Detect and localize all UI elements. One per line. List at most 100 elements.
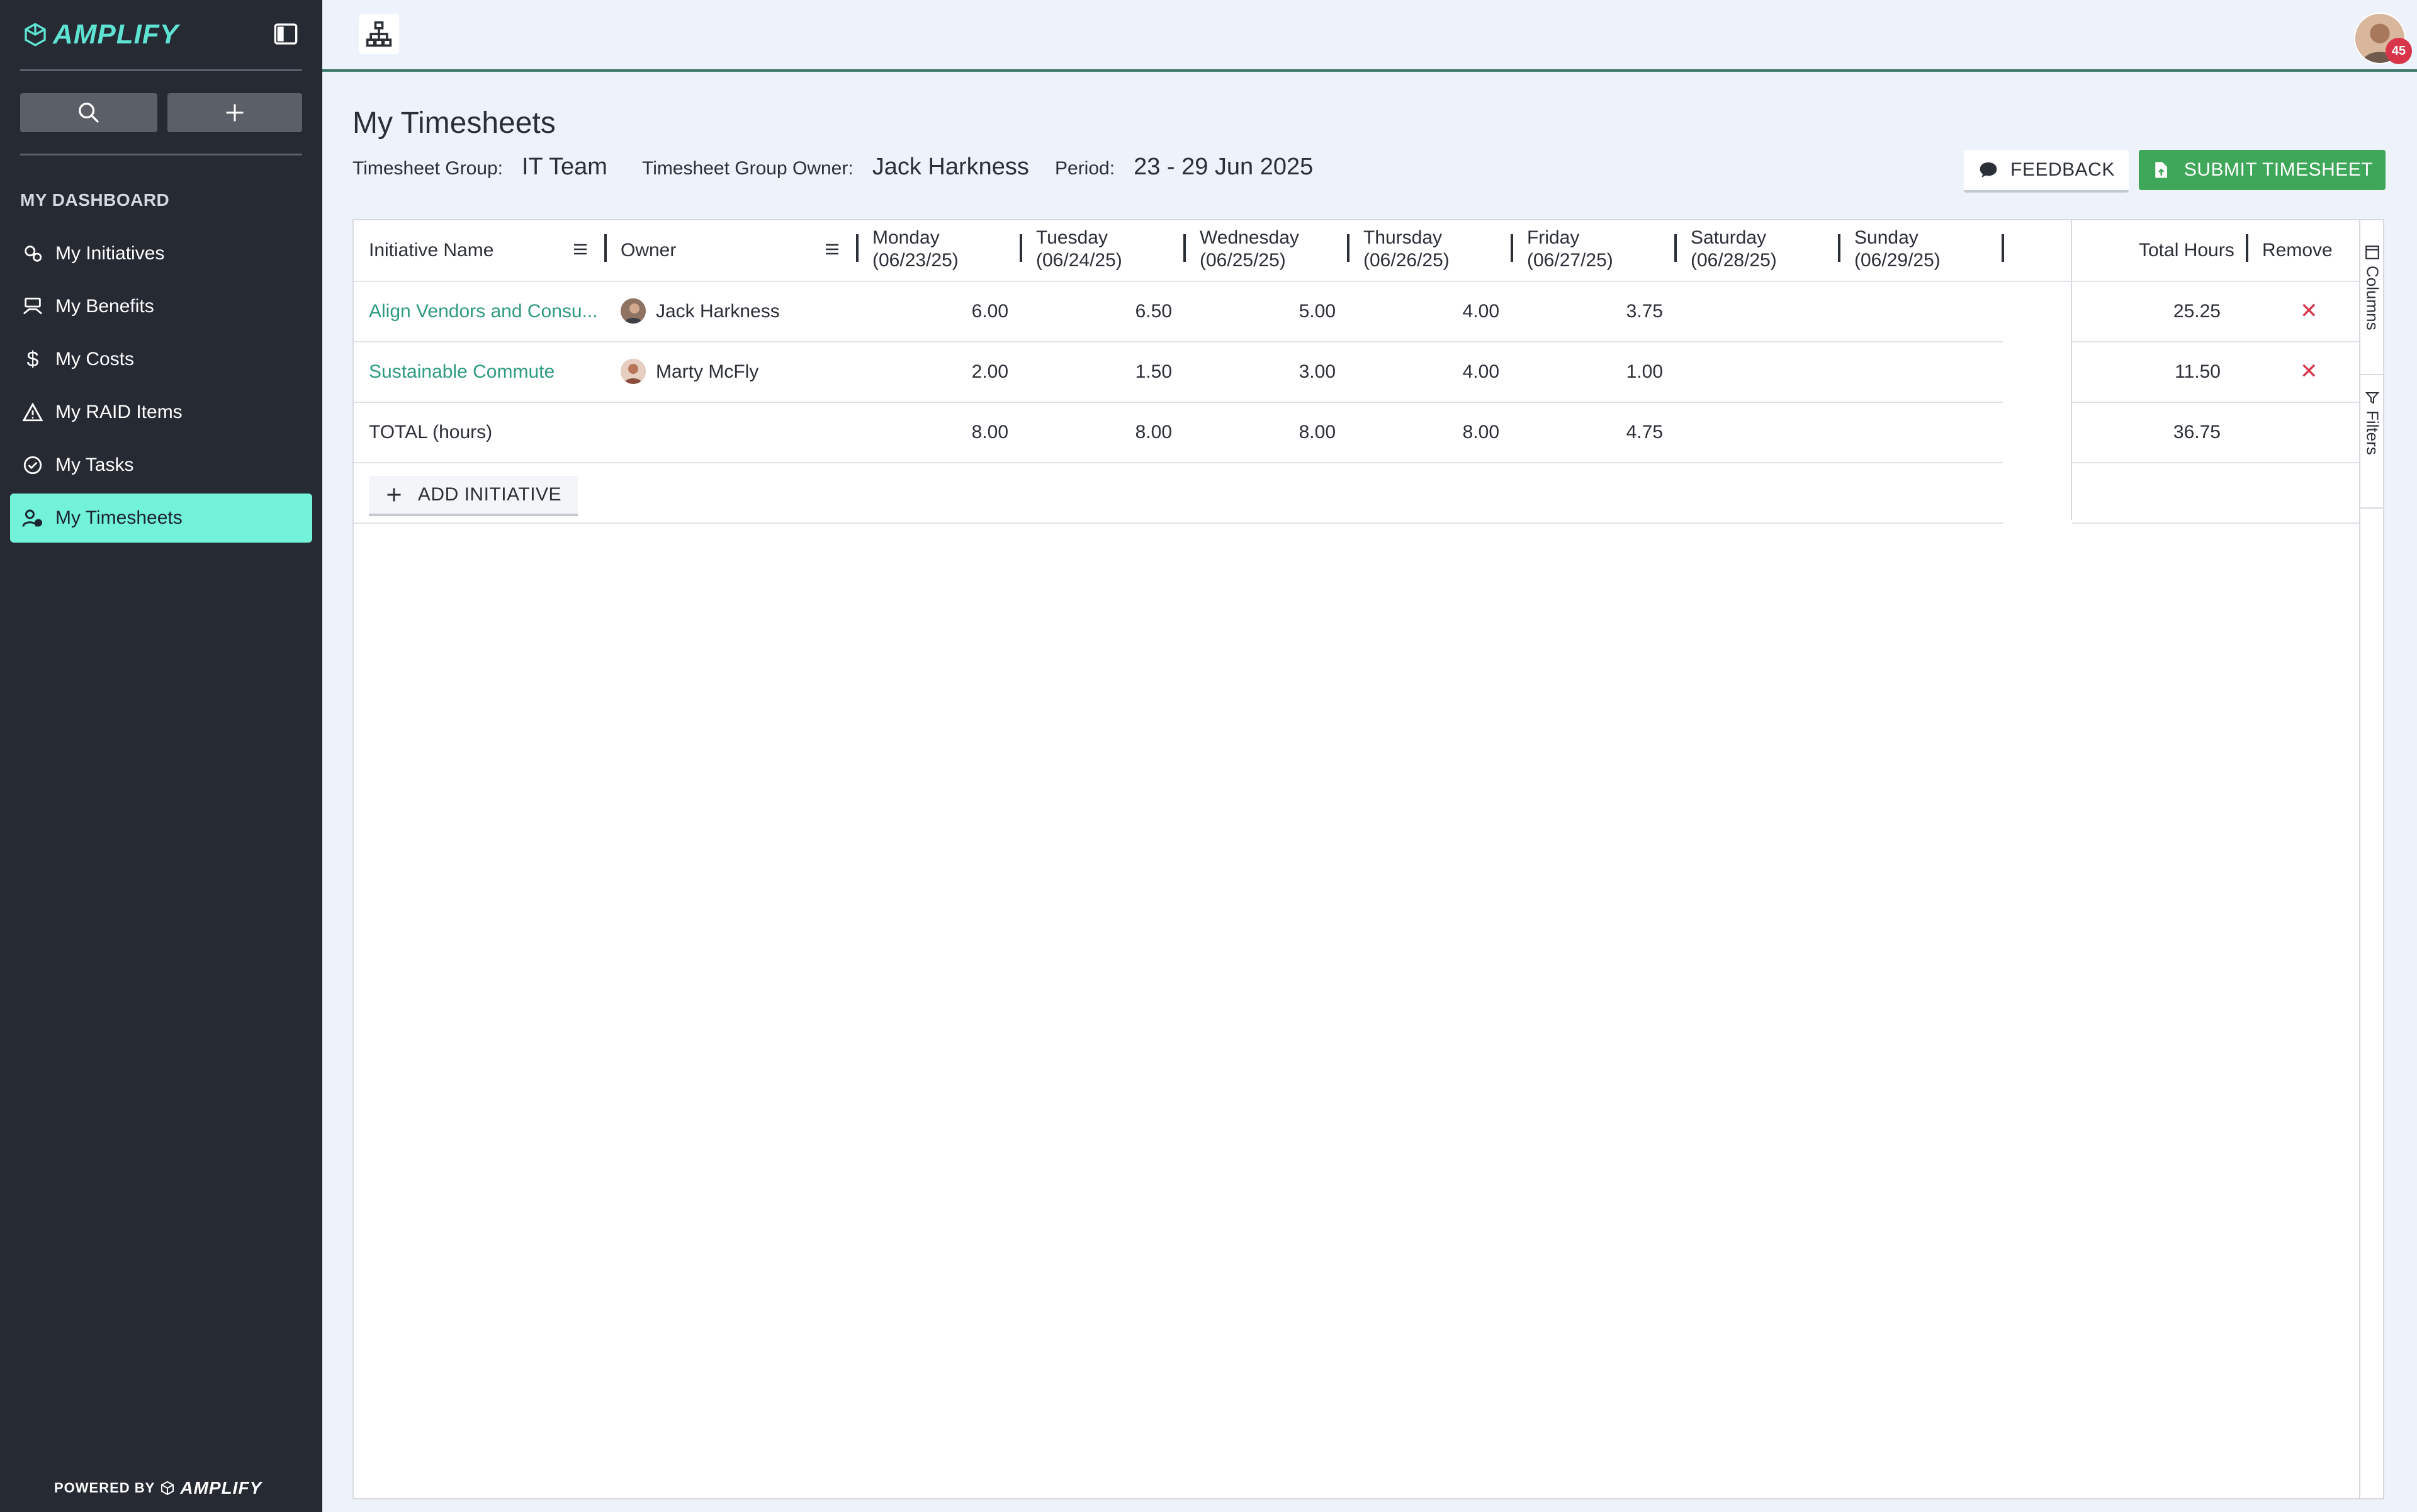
columns-panel-tab[interactable]: Columns [2360,244,2384,375]
column-header-saturday[interactable]: Saturday (06/28/25) [1691,227,1777,272]
filter-icon [2365,392,2380,404]
hours-cell[interactable]: 4.00 [1424,361,1499,383]
initiative-link[interactable]: Align Vendors and Consu... [369,301,598,322]
sidebar-item-label: My Benefits [55,296,154,317]
check-circle-icon [21,454,44,477]
row-divider [2072,522,2359,524]
file-upload-icon [2155,162,2167,178]
column-header-remove[interactable]: Remove [2262,239,2333,262]
column-header-tuesday[interactable]: Tuesday (06/24/25) [1036,227,1122,272]
row-divider [354,522,2003,524]
hours-cell[interactable]: 3.75 [1587,301,1663,322]
hours-cell[interactable]: 2.00 [933,361,1008,383]
column-resize-handle[interactable] [1183,234,1186,262]
org-chart-button[interactable] [359,14,399,54]
row-divider [2072,402,2359,403]
sidebar-item-costs[interactable]: $ My Costs [10,335,312,384]
sidebar-item-label: My Initiatives [55,243,165,264]
day-date: (06/25/25) [1200,250,1286,271]
column-header-monday[interactable]: Monday (06/23/25) [872,227,959,272]
submit-label: SUBMIT TIMESHEET [2183,159,2374,180]
row-divider [2072,462,2359,463]
notification-badge[interactable]: 45 [2386,38,2412,64]
column-header-wednesday[interactable]: Wednesday (06/25/25) [1200,227,1299,272]
sidebar-item-tasks[interactable]: My Tasks [10,441,312,490]
hours-cell[interactable]: 1.50 [1096,361,1172,383]
initiatives-icon [21,242,44,265]
total-hours-cell: 25.25 [2173,301,2221,322]
sidebar-item-label: My Timesheets [55,507,183,528]
column-header-initiative[interactable]: Initiative Name [369,239,493,262]
day-date: (06/27/25) [1527,250,1613,271]
org-chart-icon [366,21,392,47]
brand-name: AMPLIFY [53,19,179,50]
column-resize-handle[interactable] [1838,234,1840,262]
day-date: (06/28/25) [1691,250,1777,271]
feedback-label: FEEDBACK [2010,159,2115,180]
hours-cell[interactable]: 4.00 [1424,301,1499,322]
header-divider [354,281,2359,282]
filters-panel-tab[interactable]: Filters [2360,390,2384,509]
column-resize-handle[interactable] [2246,234,2248,262]
total-row-label: TOTAL (hours) [369,422,493,443]
column-menu-icon[interactable] [825,243,840,256]
add-button[interactable] [167,93,302,132]
total-cell: 8.00 [1462,422,1499,443]
initiative-link[interactable]: Sustainable Commute [369,361,555,383]
column-header-thursday[interactable]: Thursday (06/26/25) [1363,227,1450,272]
day-date: (06/29/25) [1854,250,1941,271]
divider [20,154,302,155]
day-date: (06/23/25) [872,250,959,271]
submit-timesheet-button[interactable]: SUBMIT TIMESHEET [2139,150,2386,190]
sidebar-toggle-icon[interactable] [272,21,300,47]
sidebar-item-label: My Tasks [55,454,134,475]
pinned-column-divider [2071,220,2072,520]
hours-cell[interactable]: 5.00 [1260,301,1336,322]
columns-tab-label: Columns [2363,266,2382,330]
hours-cell[interactable]: 3.00 [1260,361,1336,383]
owner-photo-icon [621,298,646,324]
column-header-friday[interactable]: Friday (06/27/25) [1527,227,1613,272]
column-resize-handle[interactable] [1020,234,1022,262]
owner-name: Jack Harkness [656,301,780,322]
total-cell: 8.00 [1135,422,1172,443]
search-button[interactable] [20,93,157,132]
column-resize-handle[interactable] [604,234,607,262]
column-resize-handle[interactable] [1347,234,1349,262]
logo[interactable]: AMPLIFY [23,19,300,50]
period-label: Period: [1055,158,1115,179]
owner-photo-icon [621,359,646,384]
hours-cell[interactable]: 6.00 [933,301,1008,322]
powered-by-label: POWERED BY [54,1480,155,1496]
section-title: MY DASHBOARD [20,190,170,210]
column-resize-handle[interactable] [1511,234,1513,262]
hours-cell[interactable]: 6.50 [1096,301,1172,322]
add-initiative-button[interactable]: ADD INITIATIVE [369,476,578,516]
search-icon [79,103,99,123]
sidebar-item-initiatives[interactable]: My Initiatives [10,229,312,278]
column-header-owner[interactable]: Owner [621,239,676,262]
day-date: (06/26/25) [1363,250,1450,271]
total-hours-cell: 11.50 [2175,361,2221,382]
timesheet-group: Timesheet Group: IT Team [352,154,607,181]
hours-cell[interactable]: 1.00 [1587,361,1663,383]
timesheet-group-owner: Timesheet Group Owner: Jack Harkness [642,154,1029,181]
column-header-total[interactable]: Total Hours [2139,239,2234,262]
day-name: Friday [1527,227,1580,248]
sidebar-item-benefits[interactable]: My Benefits [10,282,312,331]
user-clock-icon [21,507,44,529]
day-date: (06/24/25) [1036,250,1122,271]
sidebar-item-timesheets[interactable]: My Timesheets [10,494,312,543]
column-resize-handle[interactable] [856,234,859,262]
remove-row-button[interactable]: ✕ [2300,359,2318,384]
row-divider [354,462,2003,463]
column-resize-handle[interactable] [2002,234,2004,262]
column-header-sunday[interactable]: Sunday (06/29/25) [1854,227,1941,272]
remove-row-button[interactable]: ✕ [2300,298,2318,324]
sidebar-item-raid[interactable]: My RAID Items [10,388,312,437]
total-cell: 8.00 [1299,422,1336,443]
feedback-button[interactable]: FEEDBACK [1964,150,2129,193]
column-menu-icon[interactable] [573,243,588,256]
column-resize-handle[interactable] [1674,234,1677,262]
period-value: 23 - 29 Jun 2025 [1134,154,1314,180]
